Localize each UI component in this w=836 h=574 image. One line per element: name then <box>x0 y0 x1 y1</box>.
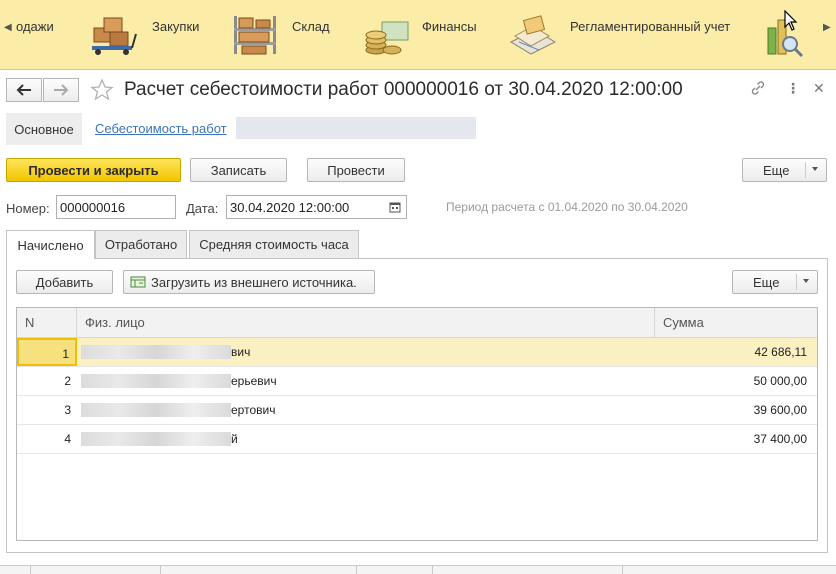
row-sum: 39 600,00 <box>753 403 807 417</box>
page-title: Расчет себестоимости работ 000000016 от … <box>124 79 683 100</box>
forward-button[interactable] <box>43 78 79 102</box>
section-purchases[interactable]: Закупки <box>88 0 208 70</box>
section-label: Финансы <box>422 19 477 34</box>
table-more-label: Еще <box>753 274 780 290</box>
row-number: 1 <box>17 338 77 366</box>
finance-icon <box>362 12 412 59</box>
back-button[interactable] <box>6 78 42 102</box>
divider <box>805 162 806 178</box>
add-button[interactable]: Добавить <box>16 270 113 294</box>
blurred-name <box>81 374 231 388</box>
table-row[interactable]: 3 ертович 39 600,00 <box>17 396 817 425</box>
load-external-button[interactable]: Загрузить из внешнего источника. <box>123 270 375 294</box>
status-bar <box>0 565 836 574</box>
person-name: ерьевич <box>231 374 277 388</box>
divider <box>432 565 433 574</box>
warehouse-icon <box>230 12 280 59</box>
table-row[interactable]: 4 й 37 400,00 <box>17 425 817 454</box>
table-row[interactable]: 1 вич 42 686,11 <box>17 338 817 367</box>
more-button-label: Еще <box>763 162 790 178</box>
number-label: Номер: <box>6 201 50 216</box>
column-header-n[interactable]: N <box>17 308 77 338</box>
regulated-accounting-icon <box>505 12 557 59</box>
row-number: 4 <box>64 432 71 446</box>
person-name: й <box>231 432 238 446</box>
row-number: 2 <box>64 374 71 388</box>
more-button[interactable]: Еще <box>742 158 827 182</box>
save-button[interactable]: Записать <box>190 158 287 182</box>
column-header-sum[interactable]: Сумма <box>655 308 817 338</box>
tab-average-hour-cost[interactable]: Средняя стоимость часа <box>189 230 359 258</box>
row-sum: 37 400,00 <box>753 432 807 446</box>
scroll-right-icon[interactable]: ▶ <box>823 22 831 33</box>
divider <box>160 565 161 574</box>
calendar-button[interactable] <box>383 195 407 219</box>
calendar-icon <box>389 202 400 213</box>
purchases-icon <box>90 12 138 59</box>
section-warehouse[interactable]: Склад <box>228 0 338 70</box>
person-name: вич <box>231 345 251 359</box>
tab-worked[interactable]: Отработано <box>95 230 187 258</box>
mouse-cursor-icon <box>784 9 798 35</box>
table-row[interactable]: 2 ерьевич 50 000,00 <box>17 367 817 396</box>
nav-tab-main[interactable]: Основное <box>6 113 82 145</box>
row-sum: 50 000,00 <box>753 374 807 388</box>
load-external-label: Загрузить из внешнего источника. <box>151 274 357 290</box>
favorite-star-icon[interactable] <box>90 78 114 105</box>
accrued-table[interactable]: N Физ. лицо Сумма 1 вич 42 686,11 2 ерье… <box>16 307 818 541</box>
divider <box>30 565 31 574</box>
date-label: Дата: <box>186 201 219 216</box>
section-finance[interactable]: Финансы <box>360 0 490 70</box>
nav-link-cost-of-work[interactable]: Себестоимость работ <box>95 121 227 136</box>
chevron-down-icon <box>812 167 818 171</box>
more-vertical-icon[interactable]: ⋮ <box>786 80 800 97</box>
blurred-link <box>236 117 476 139</box>
table-more-button[interactable]: Еще <box>732 270 818 294</box>
section-sales[interactable]: одажи <box>0 0 80 70</box>
number-field[interactable] <box>56 195 176 219</box>
post-and-close-button[interactable]: Провести и закрыть <box>6 158 181 182</box>
blurred-name <box>81 403 231 417</box>
link-icon[interactable] <box>750 80 766 99</box>
row-number: 3 <box>64 403 71 417</box>
section-label: Закупки <box>152 19 200 34</box>
close-icon[interactable]: ✕ <box>813 80 825 97</box>
divider <box>356 565 357 574</box>
divider <box>796 274 797 290</box>
arrow-left-icon <box>16 84 31 96</box>
section-label: Склад <box>292 19 330 34</box>
sections-panel: ◀ одажи Закупки Склад Финансы Регламенти… <box>0 0 836 70</box>
blurred-name <box>81 345 231 359</box>
blurred-name <box>81 432 231 446</box>
arrow-right-icon <box>54 84 69 96</box>
tab-accrued[interactable]: Начислено <box>6 230 95 259</box>
person-name: ертович <box>231 403 276 417</box>
calculation-period-text: Период расчета с 01.04.2020 по 30.04.202… <box>446 200 688 214</box>
section-label: одажи <box>16 19 54 34</box>
divider <box>622 565 623 574</box>
date-field[interactable] <box>226 195 384 219</box>
section-regulated-accounting[interactable]: Регламентированный учет <box>505 0 745 70</box>
row-sum: 42 686,11 <box>754 345 808 359</box>
section-label: Регламентированный учет <box>570 19 731 34</box>
load-table-icon <box>130 276 146 288</box>
chevron-down-icon <box>803 279 809 283</box>
column-header-person[interactable]: Физ. лицо <box>77 308 655 338</box>
post-button[interactable]: Провести <box>307 158 405 182</box>
